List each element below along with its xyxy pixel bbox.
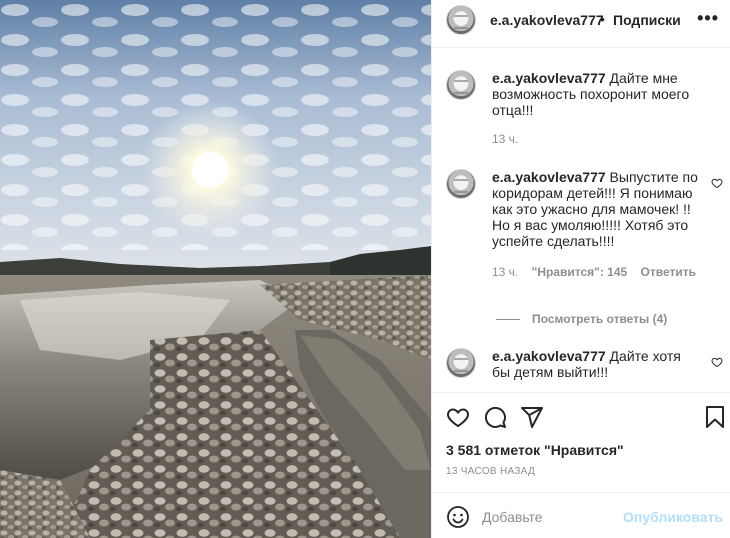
- emoji-icon[interactable]: [446, 505, 470, 529]
- like-comment-heart-icon[interactable]: [711, 356, 723, 368]
- comment-body: e.a.yakovleva777 Дайте хотя бы детям вый…: [492, 348, 702, 380]
- like-comment-heart-icon[interactable]: [711, 177, 723, 189]
- commenter-username[interactable]: e.a.yakovleva777: [492, 348, 606, 364]
- add-comment-bar: Добавьте Опубликовать: [432, 492, 730, 538]
- comment-meta: 13 ч.: [492, 132, 528, 146]
- comment-meta: 13 ч. "Нравится": 145 Ответить: [492, 265, 696, 279]
- commenter-username[interactable]: e.a.yakovleva777: [492, 169, 606, 185]
- likes-count[interactable]: 3 581 отметок "Нравится": [446, 442, 624, 458]
- comment-body: e.a.yakovleva777 Выпустите по коридорам …: [492, 169, 702, 249]
- commenter-avatar[interactable]: [446, 70, 476, 100]
- commenter-username[interactable]: e.a.yakovleva777: [492, 70, 606, 86]
- separator-dot: •: [600, 11, 605, 27]
- author-avatar[interactable]: [446, 5, 476, 35]
- comment-time[interactable]: 13 ч.: [492, 265, 518, 279]
- post-actions: [432, 392, 730, 436]
- instagram-post: e.a.yakovleva777 • Подписки ••• e.a.yako…: [0, 0, 730, 538]
- divider-line: [496, 318, 520, 320]
- commenter-avatar[interactable]: [446, 169, 476, 199]
- comment-input[interactable]: Добавьте: [482, 509, 543, 525]
- river-landscape-image: [0, 0, 431, 538]
- bookmark-icon[interactable]: [703, 405, 727, 429]
- publish-button[interactable]: Опубликовать: [623, 509, 723, 525]
- reply-button[interactable]: Ответить: [641, 265, 696, 279]
- following-button[interactable]: Подписки: [613, 12, 681, 28]
- share-icon[interactable]: [520, 405, 544, 429]
- comment-icon[interactable]: [483, 405, 507, 429]
- more-options-icon[interactable]: •••: [697, 8, 719, 29]
- comment-body: e.a.yakovleva777 Дайте мне возможность п…: [492, 70, 702, 118]
- view-replies-button[interactable]: Посмотреть ответы (4): [496, 312, 667, 326]
- comment-likes[interactable]: "Нравится": 145: [532, 265, 628, 279]
- heart-icon[interactable]: [446, 405, 470, 429]
- post-photo[interactable]: [0, 0, 431, 538]
- commenter-avatar[interactable]: [446, 348, 476, 378]
- post-header: e.a.yakovleva777 • Подписки •••: [432, 0, 730, 48]
- author-username[interactable]: e.a.yakovleva777: [490, 12, 604, 28]
- view-replies-label: Посмотреть ответы (4): [532, 312, 668, 326]
- comment-time[interactable]: 13 ч.: [492, 132, 518, 146]
- post-sidebar: e.a.yakovleva777 • Подписки ••• e.a.yako…: [431, 0, 730, 538]
- post-time[interactable]: 13 ЧАСОВ НАЗАД: [446, 466, 535, 477]
